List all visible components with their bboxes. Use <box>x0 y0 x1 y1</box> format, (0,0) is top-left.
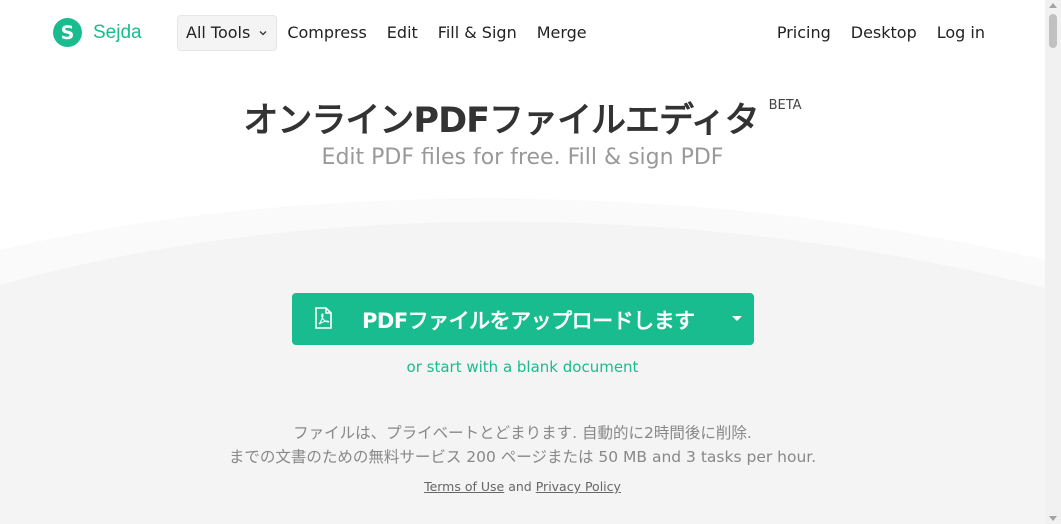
scroll-up-icon[interactable] <box>1049 3 1057 8</box>
background-wave <box>0 198 1045 524</box>
all-tools-dropdown[interactable]: All Tools <box>177 15 278 51</box>
nav-edit[interactable]: Edit <box>377 15 428 51</box>
scroll-down-icon[interactable] <box>1049 516 1057 521</box>
nav-login[interactable]: Log in <box>927 15 995 51</box>
caret-down-icon[interactable] <box>732 316 742 321</box>
main-nav: All Tools Compress Edit Fill & Sign Merg… <box>177 15 597 51</box>
legal-links: Terms of Use and Privacy Policy <box>0 479 1045 494</box>
page-title-text: オンラインPDFファイルエディタ <box>243 101 759 141</box>
logo[interactable]: S Sejda <box>53 18 142 47</box>
upload-pdf-button[interactable]: PDFファイルをアップロードします <box>292 293 754 345</box>
page-title: オンラインPDFファイルエディタ BETA <box>0 92 1045 143</box>
pdf-file-icon <box>315 307 332 329</box>
scroll-thumb[interactable] <box>1049 14 1057 48</box>
limits-info: までの文書のための無料サービス 200 ページまたは 50 MB and 3 t… <box>228 448 817 466</box>
page-subtitle: Edit PDF files for free. Fill & sign PDF <box>321 145 724 170</box>
all-tools-label: All Tools <box>186 23 251 42</box>
nav-compress[interactable]: Compress <box>277 15 376 51</box>
blank-document-link[interactable]: or start with a blank document <box>0 358 1045 376</box>
chevron-down-icon <box>259 31 267 36</box>
page: S Sejda All Tools Compress Edit Fill & S… <box>0 0 1061 524</box>
terms-link[interactable]: Terms of Use <box>424 479 504 494</box>
privacy-info: ファイルは、プライベートとどまります. 自動的に2時間後に削除. <box>293 424 752 442</box>
logo-mark-icon: S <box>53 18 82 47</box>
nav-fill-sign[interactable]: Fill & Sign <box>428 15 527 51</box>
nav-merge[interactable]: Merge <box>527 15 597 51</box>
beta-badge: BETA <box>768 98 802 113</box>
account-nav: Pricing Desktop Log in <box>767 15 995 51</box>
privacy-link[interactable]: Privacy Policy <box>536 479 621 494</box>
nav-pricing[interactable]: Pricing <box>767 15 841 51</box>
header: S Sejda All Tools Compress Edit Fill & S… <box>0 0 1045 66</box>
nav-desktop[interactable]: Desktop <box>841 15 927 51</box>
vertical-scrollbar[interactable] <box>1045 0 1061 524</box>
legal-and: and <box>508 479 532 494</box>
upload-pdf-label: PDFファイルをアップロードします <box>362 309 695 333</box>
logo-text: Sejda <box>93 21 142 43</box>
